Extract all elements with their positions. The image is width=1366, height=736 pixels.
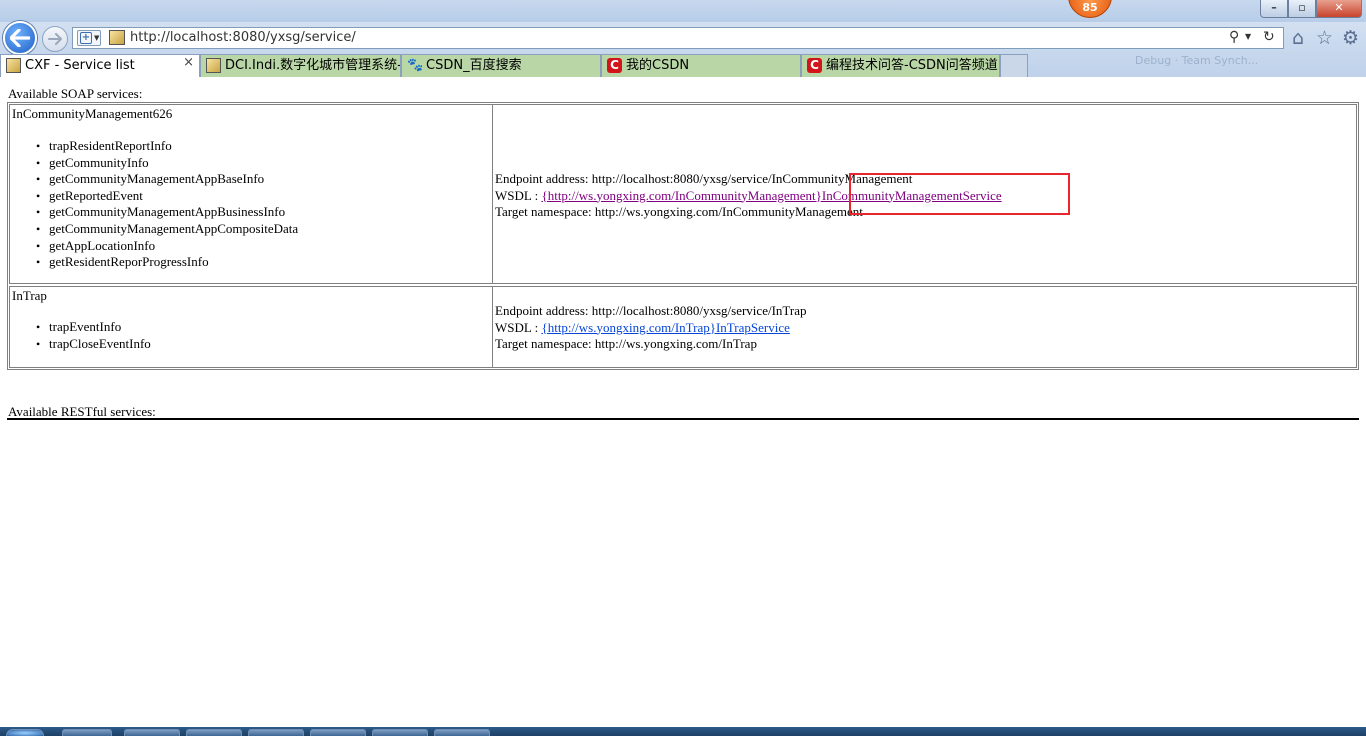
taskbar-app-button[interactable] bbox=[62, 729, 112, 736]
list-item: getCommunityManagementAppBusinessInfo bbox=[34, 204, 298, 221]
taskbar bbox=[0, 727, 1366, 736]
tab-label: DCI.Indi.数字化城市管理系统-... bbox=[225, 58, 401, 73]
service-info: Endpoint address: http://localhost:8080/… bbox=[495, 303, 807, 353]
list-item: getCommunityManagementAppBaseInfo bbox=[34, 171, 298, 188]
tab-my-csdn[interactable]: C 我的CSDN bbox=[601, 54, 801, 77]
service-name: InCommunityManagement626 bbox=[12, 106, 173, 121]
home-icon[interactable]: ⌂ bbox=[1292, 27, 1304, 49]
operation-list: trapResidentReportInfo getCommunityInfo … bbox=[34, 138, 298, 271]
title-bar bbox=[0, 0, 1366, 22]
start-button[interactable] bbox=[6, 729, 44, 736]
list-item: getCommunityManagementAppCompositeData bbox=[34, 221, 298, 238]
tab-cxf-service-list[interactable]: CXF - Service list × bbox=[0, 54, 200, 77]
tab-csdn-qa[interactable]: C 编程技术问答-CSDN问答频道 bbox=[801, 54, 1000, 77]
endpoint-address: http://localhost:8080/yxsg/service/InTra… bbox=[591, 303, 807, 318]
namespace-label: Target namespace: bbox=[495, 336, 595, 352]
favorites-star-icon[interactable]: ☆ bbox=[1316, 27, 1333, 49]
refresh-icon[interactable]: ↻ bbox=[1263, 29, 1275, 45]
wsdl-link[interactable]: {http://ws.yongxing.com/InTrap}InTrapSer… bbox=[541, 320, 789, 335]
baidu-paw-icon: 🐾 bbox=[407, 58, 424, 73]
forward-arrow-icon bbox=[48, 33, 62, 45]
list-item: trapResidentReportInfo bbox=[34, 138, 298, 155]
minimize-button[interactable]: – bbox=[1260, 0, 1288, 18]
taskbar-app-button[interactable] bbox=[248, 729, 304, 736]
chevron-down-icon[interactable]: ▼ bbox=[1245, 32, 1251, 41]
site-favicon-icon bbox=[109, 30, 125, 45]
back-arrow-icon bbox=[10, 29, 30, 47]
list-item: getCommunityInfo bbox=[34, 155, 298, 172]
close-tab-icon[interactable]: × bbox=[183, 55, 194, 70]
endpoint-line: Endpoint address: http://localhost:8080/… bbox=[495, 303, 807, 320]
service-name-cell: InTrap trapEventInfo trapCloseEventInfo bbox=[9, 286, 493, 368]
page-icon bbox=[6, 58, 21, 73]
list-item: getResidentReporProgressInfo bbox=[34, 254, 298, 271]
taskbar-app-button[interactable] bbox=[124, 729, 180, 736]
list-item: getAppLocationInfo bbox=[34, 238, 298, 255]
csdn-icon: C bbox=[607, 58, 622, 73]
tab-label: CXF - Service list bbox=[25, 58, 135, 73]
annotation-highlight-box bbox=[849, 173, 1070, 215]
close-window-button[interactable]: ✕ bbox=[1316, 0, 1362, 18]
taskbar-app-button[interactable] bbox=[186, 729, 242, 736]
forward-button[interactable] bbox=[42, 26, 68, 52]
namespace-line: Target namespace: http://ws.yongxing.com… bbox=[495, 336, 807, 353]
tab-label: 我的CSDN bbox=[626, 58, 690, 73]
endpoint-label: Endpoint address: bbox=[495, 303, 592, 318]
operation-list: trapEventInfo trapCloseEventInfo bbox=[34, 319, 151, 352]
list-item: trapCloseEventInfo bbox=[34, 336, 151, 353]
taskbar-app-button[interactable] bbox=[310, 729, 366, 736]
tab-label: CSDN_百度搜索 bbox=[426, 58, 522, 73]
csdn-icon: C bbox=[807, 58, 822, 73]
browser-chrome: 85 – ▫ ✕ + ▼ http://localhost:8080/yxsg/… bbox=[0, 0, 1366, 77]
wsdl-label: WSDL : bbox=[495, 319, 542, 335]
page-icon bbox=[206, 58, 221, 73]
gear-icon[interactable]: ⚙ bbox=[1342, 27, 1359, 49]
tab-csdn-baidu-search[interactable]: 🐾 CSDN_百度搜索 bbox=[401, 54, 601, 77]
address-bar[interactable]: + ▼ http://localhost:8080/yxsg/service/ … bbox=[72, 27, 1284, 49]
target-namespace: http://ws.yongxing.com/InTrap bbox=[594, 336, 757, 352]
url-text[interactable]: http://localhost:8080/yxsg/service/ bbox=[130, 30, 356, 45]
maximize-button[interactable]: ▫ bbox=[1288, 0, 1316, 18]
new-tab-button[interactable] bbox=[1000, 54, 1028, 77]
plus-icon: + bbox=[80, 32, 92, 44]
service-name-cell: InCommunityManagement626 trapResidentRep… bbox=[9, 104, 493, 284]
endpoint-label: Endpoint address: bbox=[495, 171, 592, 186]
chevron-down-icon: ▼ bbox=[94, 34, 100, 42]
wsdl-line: WSDL : {http://ws.yongxing.com/InTrap}In… bbox=[495, 320, 807, 337]
soap-services-table: InCommunityManagement626 trapResidentRep… bbox=[7, 102, 1359, 370]
taskbar-app-button[interactable] bbox=[372, 729, 428, 736]
compatibility-menu-button[interactable]: + ▼ bbox=[77, 30, 101, 46]
background-toolbar-text: Debug · Team Synch... bbox=[1135, 54, 1259, 67]
taskbar-app-button[interactable] bbox=[434, 729, 490, 736]
divider bbox=[7, 418, 1359, 420]
search-icon[interactable]: ⚲ bbox=[1229, 29, 1239, 45]
back-button[interactable] bbox=[3, 21, 37, 55]
service-name: InTrap bbox=[12, 288, 47, 303]
wsdl-label: WSDL : bbox=[495, 187, 542, 203]
tab-label: 编程技术问答-CSDN问答频道 bbox=[826, 58, 998, 73]
tab-dci-indi[interactable]: DCI.Indi.数字化城市管理系统-... bbox=[200, 54, 401, 77]
namespace-label: Target namespace: bbox=[495, 204, 595, 220]
target-namespace: http://ws.yongxing.com/InCommunityManage… bbox=[594, 204, 863, 220]
service-info-cell: Endpoint address: http://localhost:8080/… bbox=[492, 286, 1357, 368]
soap-services-heading: Available SOAP services: bbox=[8, 86, 143, 101]
list-item: trapEventInfo bbox=[34, 319, 151, 336]
list-item: getReportedEvent bbox=[34, 188, 298, 205]
page-content: Available SOAP services: InCommunityMana… bbox=[0, 77, 1366, 727]
